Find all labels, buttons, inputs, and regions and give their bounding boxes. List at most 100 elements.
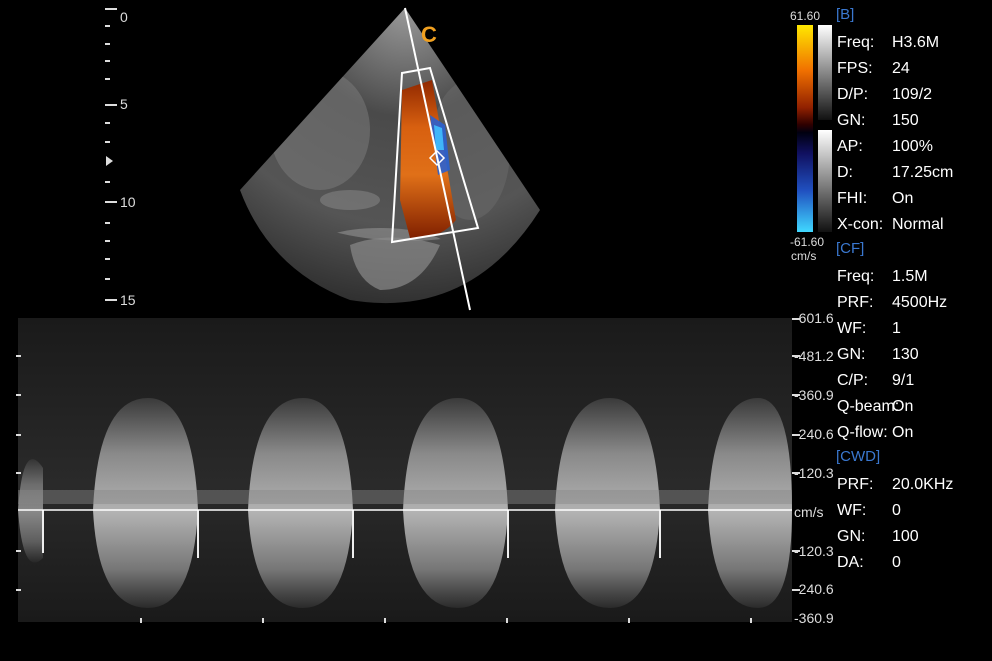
param-value: 0 [892,554,901,571]
depth-label: 0 [120,9,128,25]
param-value: On [892,424,914,441]
param-value: 130 [892,346,919,363]
depth-tick [105,299,117,301]
depth-tick [105,60,110,62]
velocity-label: -601.6 [794,311,834,325]
depth-tick [105,240,110,242]
depth-label: 5 [120,96,128,112]
orientation-mark: C [421,22,437,47]
param-value: 100% [892,138,933,155]
depth-tick [105,181,110,183]
param-key: Freq: [837,268,875,285]
param-key: FPS: [837,60,873,77]
param-row: Q-flow: On [836,420,992,446]
param-key: X-con: [837,216,884,233]
param-value: 109/2 [892,86,933,103]
depth-label: 15 [120,292,136,308]
depth-tick [105,141,110,143]
param-key: GN: [837,112,866,129]
color-velocity-bar [797,25,813,232]
gray-map-bar [818,25,832,120]
param-value: 1.5M [892,268,928,285]
time-tick [506,618,508,623]
section-header-cf[interactable]: [CF] [836,238,992,264]
colorbar-unit: cm/s [791,249,817,263]
param-key: Q-flow: [837,424,888,441]
depth-scale: 0 5 10 15 [100,0,140,310]
depth-tick [105,278,110,280]
depth-tick [105,25,110,27]
param-row: FHI: On [836,186,992,212]
velocity-label: -120.3 [794,544,834,558]
param-value: On [892,398,914,415]
param-row: C/P: 9/1 [836,368,992,394]
param-row: GN: 100 [836,524,992,550]
param-key: WF: [837,320,867,337]
param-key: GN: [837,528,866,545]
depth-tick [105,104,117,106]
colorbar-top-value: 61.60 [790,9,821,23]
param-key: WF: [837,502,867,519]
param-row: GN: 130 [836,342,992,368]
param-value: 1 [892,320,901,337]
sample-volume-marker[interactable] [428,149,446,167]
velocity-unit: cm/s [794,505,824,519]
param-value: 20.0KHz [892,476,954,493]
param-row: GN: 150 [836,108,992,134]
depth-label: 10 [120,194,136,210]
param-row: AP: 100% [836,134,992,160]
param-value: 24 [892,60,910,77]
doppler-left-tick [16,472,21,474]
velocity-label: -240.6 [794,582,834,596]
velocity-label: -120.3 [794,466,834,480]
param-value: 0 [892,502,901,519]
depth-tick [105,122,110,124]
sector-shape [240,8,540,304]
time-tick [750,618,752,623]
param-key: D: [837,164,853,181]
param-row: D: 17.25cm [836,160,992,186]
param-key: GN: [837,346,866,363]
param-row: WF: 1 [836,316,992,342]
color-flow-region [400,80,456,239]
section-header-b[interactable]: [B] [836,4,992,30]
param-value: On [892,190,914,207]
param-row: PRF: 4500Hz [836,290,992,316]
cw-cursor-line[interactable] [404,7,471,311]
depth-tick [105,258,110,260]
focus-marker-icon[interactable] [106,156,113,166]
param-row: WF: 0 [836,498,992,524]
param-value: 150 [892,112,919,129]
param-value: 9/1 [892,372,915,389]
time-tick [262,618,264,623]
depth-tick [105,43,110,45]
velocity-label: -360.9 [794,388,834,402]
param-row: FPS: 24 [836,56,992,82]
param-key: C/P: [837,372,869,389]
param-key: PRF: [837,294,874,311]
param-value: 100 [892,528,919,545]
doppler-left-tick [16,355,21,357]
gray-map-bar [818,130,832,232]
doppler-spectrum[interactable] [18,318,792,622]
param-row: Freq: H3.6M [836,30,992,56]
doppler-left-tick [16,394,21,396]
velocity-label: -360.9 [794,611,834,625]
param-row: X-con: Normal [836,212,992,238]
colorbar-bottom-value: -61.60 [790,235,825,249]
depth-tick [105,222,110,224]
doppler-left-tick [16,589,21,591]
param-key: DA: [837,554,864,571]
param-row: Freq: 1.5M [836,264,992,290]
time-tick [384,618,386,623]
param-row: Q-beam: On [836,394,992,420]
param-key: D/P: [837,86,869,103]
velocity-label: -481.2 [794,349,834,363]
velocity-label: -240.6 [794,427,834,441]
param-row: D/P: 109/2 [836,82,992,108]
param-key: Freq: [837,34,875,51]
param-key: AP: [837,138,863,155]
param-row: DA: 0 [836,550,992,576]
section-header-cwd[interactable]: [CWD] [836,446,992,472]
color-roi-box[interactable] [390,66,480,244]
